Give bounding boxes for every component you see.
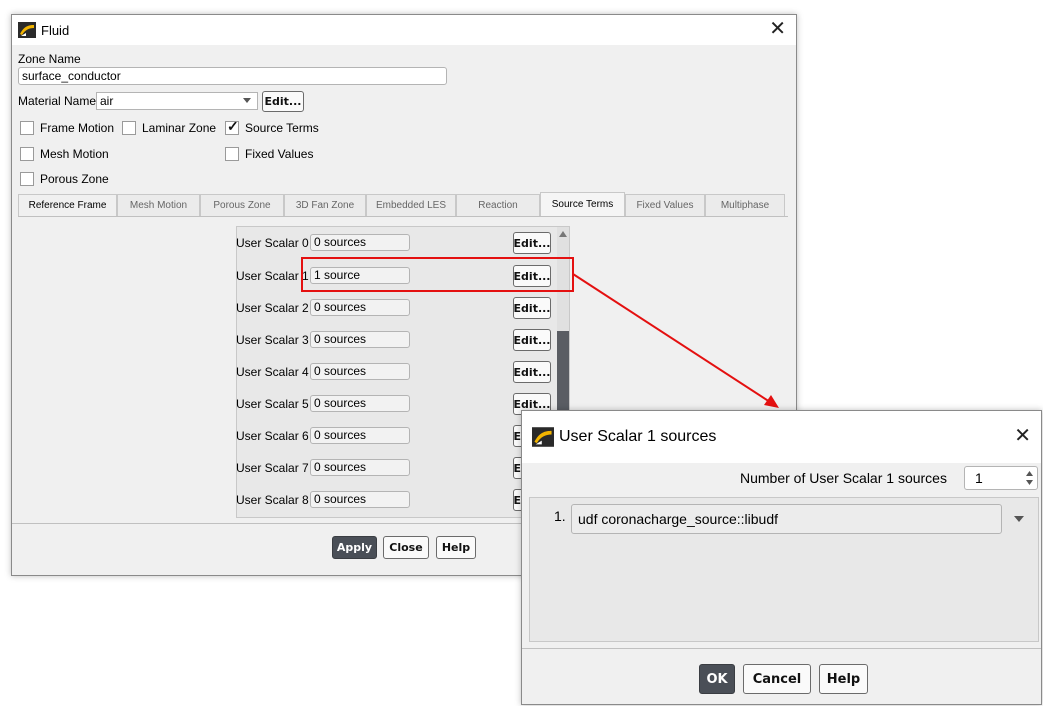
- ok-button[interactable]: OK: [699, 664, 735, 694]
- user-scalar-sources-dialog: User Scalar 1 sources ✕ Number of User S…: [521, 410, 1042, 705]
- source-entry-value: udf coronacharge_source::libudf: [578, 511, 779, 527]
- sources-dialog-title: User Scalar 1 sources: [559, 428, 717, 445]
- ansys-fluent-icon: [532, 427, 554, 447]
- cancel-button[interactable]: Cancel: [743, 664, 811, 694]
- source-entry-index: 1.: [554, 508, 566, 524]
- source-count-value: 1: [975, 470, 983, 486]
- sources-footer-separator: [522, 648, 1041, 649]
- help-button[interactable]: Help: [819, 664, 868, 694]
- source-count-label: Number of User Scalar 1 sources: [740, 470, 947, 486]
- chevron-down-icon[interactable]: [1014, 516, 1024, 522]
- sources-titlebar[interactable]: User Scalar 1 sources ✕: [522, 411, 1041, 463]
- close-icon[interactable]: ✕: [1014, 426, 1031, 446]
- source-count-field[interactable]: 1: [964, 466, 1038, 490]
- source-entry-select[interactable]: udf coronacharge_source::libudf: [571, 504, 1002, 534]
- spinner-icon[interactable]: [1025, 469, 1034, 487]
